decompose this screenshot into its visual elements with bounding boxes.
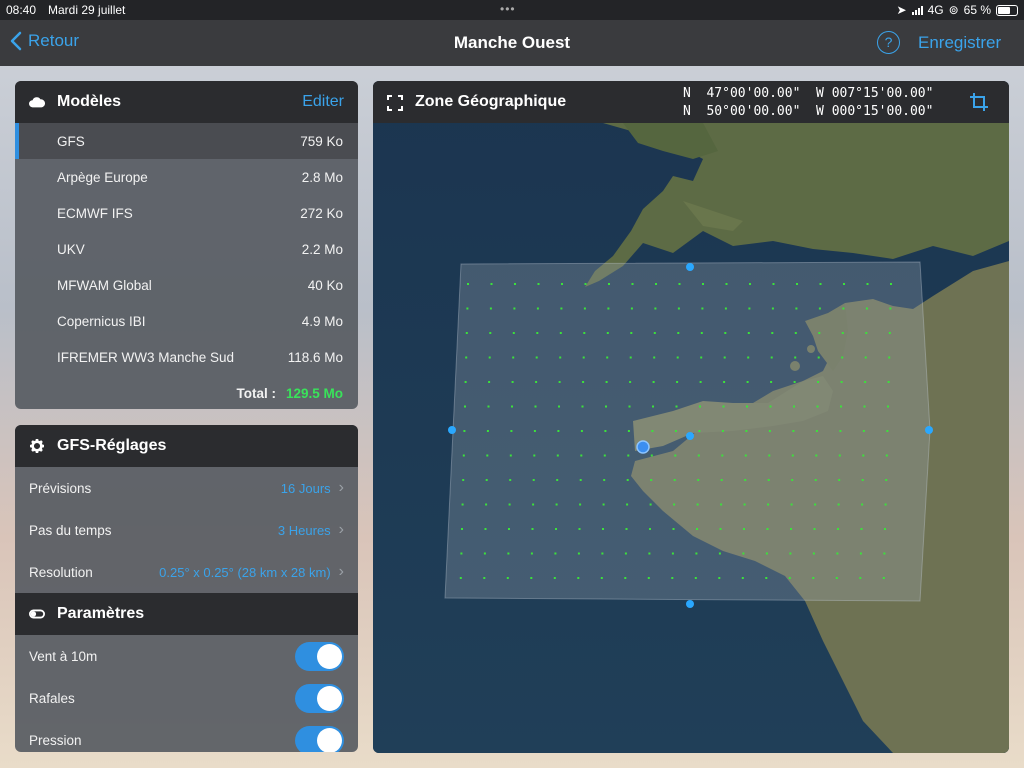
wind-toggle[interactable] xyxy=(295,641,344,671)
settings-title: GFS-Réglages xyxy=(57,437,167,454)
model-name: GFS xyxy=(57,133,85,149)
model-name: UKV xyxy=(57,241,85,257)
model-size: 2.8 Mo xyxy=(301,169,343,185)
map-header: Zone Géographique N 47°00'00.00" W 007°1… xyxy=(373,81,1009,123)
resolution-label: Resolution xyxy=(29,564,93,580)
model-row-ukv[interactable]: UKV 2.2 Mo xyxy=(15,231,358,267)
model-size: 272 Ko xyxy=(300,205,343,221)
timestep-label: Pas du temps xyxy=(29,522,112,538)
params-header: Paramètres xyxy=(15,593,358,635)
model-row-ifremer[interactable]: IFREMER WW3 Manche Sud 118.6 Mo xyxy=(15,339,358,375)
crop-icon[interactable] xyxy=(969,92,989,112)
model-row-arpege[interactable]: Arpège Europe 2.8 Mo xyxy=(15,159,358,195)
zone-handle-bottom[interactable] xyxy=(686,600,694,608)
chevron-right-icon: › xyxy=(338,563,344,580)
models-panel: Modèles Editer GFS 759 Ko Arpège Europe 2.… xyxy=(15,81,358,409)
status-bar: 08:40 Mardi 29 juillet ••• ➤ 4G ⊚ 65 % xyxy=(0,0,1024,20)
total-value: 129.5 Mo xyxy=(285,385,343,401)
settings-panel: GFS-Réglages Prévisions 16 Jours › Pas du … xyxy=(15,425,358,752)
model-name: MFWAM Global xyxy=(57,277,152,293)
help-button[interactable]: ? xyxy=(877,31,900,54)
forecast-value: 16 Jours xyxy=(280,480,331,496)
toggle-icon xyxy=(29,609,45,619)
gusts-row: Rafales xyxy=(15,677,358,719)
chevron-right-icon: › xyxy=(338,479,344,496)
model-name: Arpège Europe xyxy=(57,169,148,185)
edit-button[interactable]: Editer xyxy=(302,93,344,111)
model-row-mfwam[interactable]: MFWAM Global 40 Ko xyxy=(15,267,358,303)
model-row-gfs[interactable]: GFS 759 Ko xyxy=(15,123,358,159)
status-date: Mardi 29 juillet xyxy=(48,3,126,17)
chevron-right-icon: › xyxy=(338,521,344,538)
wind-row: Vent à 10m xyxy=(15,635,358,677)
model-row-ecmwf[interactable]: ECMWF IFS 272 Ko xyxy=(15,195,358,231)
timestep-row[interactable]: Pas du temps 3 Heures › xyxy=(15,509,358,551)
rotation-lock-icon: ⊚ xyxy=(948,3,959,17)
zone-handle-left[interactable] xyxy=(448,426,456,434)
navigation-bar: Retour Manche Ouest ? Enregistrer xyxy=(0,20,1024,66)
satellite-map[interactable] xyxy=(373,81,1009,753)
forecast-row[interactable]: Prévisions 16 Jours › xyxy=(15,467,358,509)
battery-icon xyxy=(996,4,1018,16)
status-time: 08:40 xyxy=(6,3,37,17)
wind-label: Vent à 10m xyxy=(29,648,98,664)
signal-icon xyxy=(911,5,923,15)
coord-min: N 47°00'00.00" W 007°15'00.00" xyxy=(683,86,934,101)
pressure-row: Pression xyxy=(15,719,358,752)
battery-percent: 65 % xyxy=(963,3,991,17)
zone-handle-center[interactable] xyxy=(686,432,694,440)
gear-icon xyxy=(30,439,44,453)
pressure-label: Pression xyxy=(29,732,82,748)
model-size: 4.9 Mo xyxy=(301,313,343,329)
map-title: Zone Géographique xyxy=(415,93,567,110)
page-title: Manche Ouest xyxy=(453,33,571,52)
zone-handle-right[interactable] xyxy=(925,426,933,434)
resolution-value: 0.25° x 0.25° (28 km x 28 km) xyxy=(159,564,331,580)
cloud-icon xyxy=(29,97,45,108)
timestep-value: 3 Heures xyxy=(277,522,331,538)
network-label: 4G xyxy=(927,3,944,17)
location-icon: ➤ xyxy=(896,3,907,17)
map-panel: Zone Géographique N 47°00'00.00" W 007°1… xyxy=(373,81,1009,753)
model-name: IFREMER WW3 Manche Sud xyxy=(57,349,235,365)
model-row-copernicus[interactable]: Copernicus IBI 4.9 Mo xyxy=(15,303,358,339)
selected-zone[interactable] xyxy=(444,261,931,602)
model-name: ECMWF IFS xyxy=(57,205,133,221)
model-size: 40 Ko xyxy=(307,277,343,293)
gusts-label: Rafales xyxy=(29,690,75,706)
resolution-row[interactable]: Resolution 0.25° x 0.25° (28 km x 28 km) › xyxy=(15,551,358,593)
models-title: Modèles xyxy=(57,93,122,110)
fullscreen-icon[interactable] xyxy=(387,95,403,111)
model-size: 759 Ko xyxy=(300,133,343,149)
total-row: Total : 129.5 Mo xyxy=(15,375,358,409)
model-name: Copernicus IBI xyxy=(57,313,146,329)
coordinates-readout: N 47°00'00.00" W 007°15'00.00" N 50°00'00… xyxy=(683,85,933,121)
settings-header: GFS-Réglages xyxy=(15,425,358,467)
gusts-toggle[interactable] xyxy=(295,683,344,713)
multitasking-dots-icon[interactable]: ••• xyxy=(500,2,516,16)
total-label: Total : xyxy=(236,385,276,401)
models-header: Modèles Editer xyxy=(15,81,358,123)
forecast-label: Prévisions xyxy=(29,480,92,496)
coord-max: N 50°00'00.00" W 000°15'00.00" xyxy=(683,104,934,119)
location-pin-icon[interactable] xyxy=(636,440,650,454)
pressure-toggle[interactable] xyxy=(295,725,344,752)
model-size: 2.2 Mo xyxy=(301,241,343,257)
save-button[interactable]: Enregistrer xyxy=(918,33,1001,53)
params-title: Paramètres xyxy=(57,605,145,622)
model-size: 118.6 Mo xyxy=(287,349,343,365)
zone-handle-top[interactable] xyxy=(686,263,694,271)
